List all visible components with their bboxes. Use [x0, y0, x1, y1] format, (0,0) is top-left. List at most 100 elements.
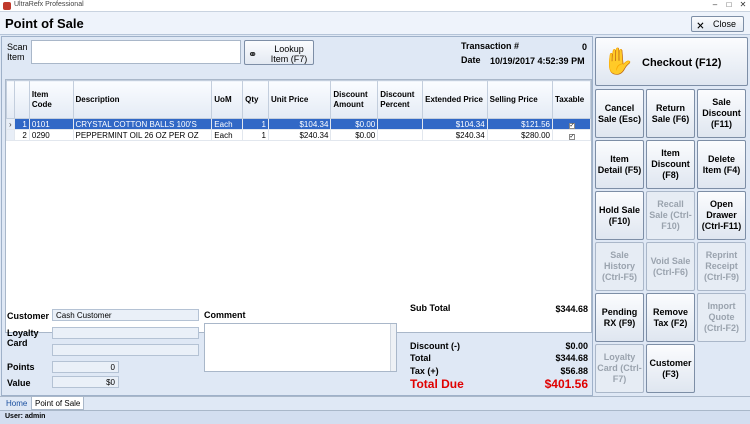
app-logo-icon: [3, 2, 11, 10]
tab-point-of-sale[interactable]: Point of Sale: [31, 397, 85, 410]
open-drawer-button[interactable]: Open Drawer (Ctrl-F11): [697, 191, 746, 240]
taxable-checkbox[interactable]: ✓: [568, 122, 575, 129]
col-item-code[interactable]: Item Code: [28, 80, 74, 119]
col-row-number: [13, 80, 30, 119]
status-user: User: admin: [5, 413, 46, 420]
table-header-row: Item Code Description UoM Qty Unit Price…: [6, 80, 591, 119]
cell-num: 2: [13, 129, 30, 141]
subtotal-label: Sub Total: [410, 303, 451, 313]
item-discount-button[interactable]: Item Discount (F8): [646, 140, 695, 189]
discount-label: Discount (-): [410, 341, 460, 351]
col-selling-price[interactable]: Selling Price: [486, 80, 554, 119]
cell-ext: $104.34: [422, 118, 488, 130]
cell-qty: 1: [242, 129, 269, 141]
cell-uom: Each: [211, 118, 244, 130]
lookup-item-button[interactable]: ⚭ Lookup Item (F7): [244, 40, 314, 65]
loyalty-card-label: Loyalty Card: [7, 328, 39, 348]
items-table: Item Code Description UoM Qty Unit Price…: [6, 80, 591, 141]
discount-value: $0.00: [565, 341, 588, 351]
checkout-button[interactable]: ✋ Checkout (F12): [595, 37, 748, 86]
points-value: 0: [52, 361, 119, 373]
tax-value: $56.88: [560, 366, 588, 376]
customer-field[interactable]: Cash Customer: [52, 309, 199, 321]
sale-discount-button[interactable]: Sale Discount (F11): [697, 89, 746, 138]
window-titlebar: UltraRefx Professional – □ ✕: [0, 0, 750, 12]
total-value: $344.68: [555, 353, 588, 363]
app-title: UltraRefx Professional: [14, 1, 84, 8]
cell-uom: Each: [211, 129, 244, 141]
loyalty-card-field-2[interactable]: [52, 344, 199, 356]
customer-button[interactable]: Customer (F3): [646, 344, 695, 393]
customer-label: Customer: [7, 311, 50, 321]
points-label: Points: [7, 362, 35, 372]
date-value: 10/19/2017 4:52:39 PM: [490, 56, 585, 66]
tab-home[interactable]: Home: [3, 397, 30, 410]
window-close-icon[interactable]: ✕: [736, 0, 750, 9]
cancel-sale-button[interactable]: Cancel Sale (Esc): [595, 89, 644, 138]
cell-desc: CRYSTAL COTTON BALLS 100'S: [72, 118, 213, 130]
cell-num: 1: [13, 118, 30, 130]
tax-label: Tax (+): [410, 366, 439, 376]
taxable-checkbox[interactable]: ✓: [568, 133, 575, 140]
row-indicator: [6, 129, 15, 141]
cell-sell: $121.56: [486, 118, 554, 130]
page-title: Point of Sale: [5, 16, 84, 31]
transaction-label: Transaction #: [461, 41, 520, 51]
scan-item-input[interactable]: [31, 40, 241, 64]
binoculars-icon: ⚭: [248, 49, 258, 61]
page-header: Point of Sale 🗙 Close: [0, 12, 750, 35]
import-quote-button[interactable]: Import Quote (Ctrl-F2): [697, 293, 746, 342]
comment-textarea[interactable]: [204, 323, 397, 372]
sale-history-button[interactable]: Sale History (Ctrl-F5): [595, 242, 644, 291]
loyalty-card-field[interactable]: [52, 327, 199, 339]
cell-taxable[interactable]: ✓: [552, 129, 591, 141]
remove-tax-button[interactable]: Remove Tax (F2): [646, 293, 695, 342]
close-button-label: Close: [713, 19, 737, 29]
cell-disc-amt: $0.00: [330, 118, 379, 130]
value-label: Value: [7, 378, 31, 388]
cell-disc-pct: [377, 118, 424, 130]
cell-ext: $240.34: [422, 129, 488, 141]
col-unit-price[interactable]: Unit Price: [267, 80, 332, 119]
col-qty[interactable]: Qty: [242, 80, 269, 119]
transaction-number: 0: [582, 42, 588, 52]
hold-sale-button[interactable]: Hold Sale (F10): [595, 191, 644, 240]
maximize-icon[interactable]: □: [722, 0, 736, 9]
cell-taxable[interactable]: ✓: [552, 118, 591, 130]
action-panel: ✋ Checkout (F12) Cancel Sale (Esc) Return…: [594, 36, 749, 396]
delete-item-button[interactable]: Delete Item (F4): [697, 140, 746, 189]
cell-desc: PEPPERMINT OIL 26 OZ PER OZ: [72, 129, 213, 141]
table-row[interactable]: › 1 0101 CRYSTAL COTTON BALLS 100'S Each 1 $10…: [6, 118, 591, 130]
table-row[interactable]: 2 0290 PEPPERMINT OIL 26 OZ PER OZ Each 1 $24…: [6, 129, 591, 141]
row-indicator: ›: [6, 118, 15, 130]
col-indicator: [6, 80, 15, 119]
total-due-label: Total Due: [410, 377, 464, 391]
col-description[interactable]: Description: [72, 80, 213, 119]
comment-scrollbar[interactable]: [390, 324, 396, 371]
col-extended-price[interactable]: Extended Price: [422, 80, 488, 119]
recall-sale-button[interactable]: Recall Sale (Ctrl-F10): [646, 191, 695, 240]
cell-code: 0101: [28, 118, 74, 130]
cell-qty: 1: [242, 118, 269, 130]
reprint-receipt-button[interactable]: Reprint Receipt (Ctrl-F9): [697, 242, 746, 291]
cell-unit: $104.34: [267, 118, 332, 130]
loyalty-card-button[interactable]: Loyalty Card (Ctrl-F7): [595, 344, 644, 393]
col-discount-amount[interactable]: Discount Amount: [330, 80, 379, 119]
return-sale-button[interactable]: Return Sale (F6): [646, 89, 695, 138]
item-detail-button[interactable]: Item Detail (F5): [595, 140, 644, 189]
col-uom[interactable]: UoM: [211, 80, 244, 119]
bottom-tabs: Home Point of Sale: [0, 396, 750, 410]
close-button[interactable]: 🗙 Close: [691, 16, 744, 32]
hand-money-icon: ✋: [602, 46, 635, 76]
col-discount-percent[interactable]: Discount Percent: [377, 80, 424, 119]
comment-label: Comment: [204, 310, 246, 320]
pending-rx-button[interactable]: Pending RX (F9): [595, 293, 644, 342]
close-icon: 🗙: [697, 20, 704, 30]
void-sale-button[interactable]: Void Sale (Ctrl-F6): [646, 242, 695, 291]
cell-unit: $240.34: [267, 129, 332, 141]
value-amount: $0: [52, 376, 119, 388]
col-taxable[interactable]: Taxable: [552, 80, 591, 119]
items-grid[interactable]: Item Code Description UoM Qty Unit Price…: [5, 79, 592, 333]
cell-sell: $280.00: [486, 129, 554, 141]
minimize-icon[interactable]: –: [708, 0, 722, 9]
